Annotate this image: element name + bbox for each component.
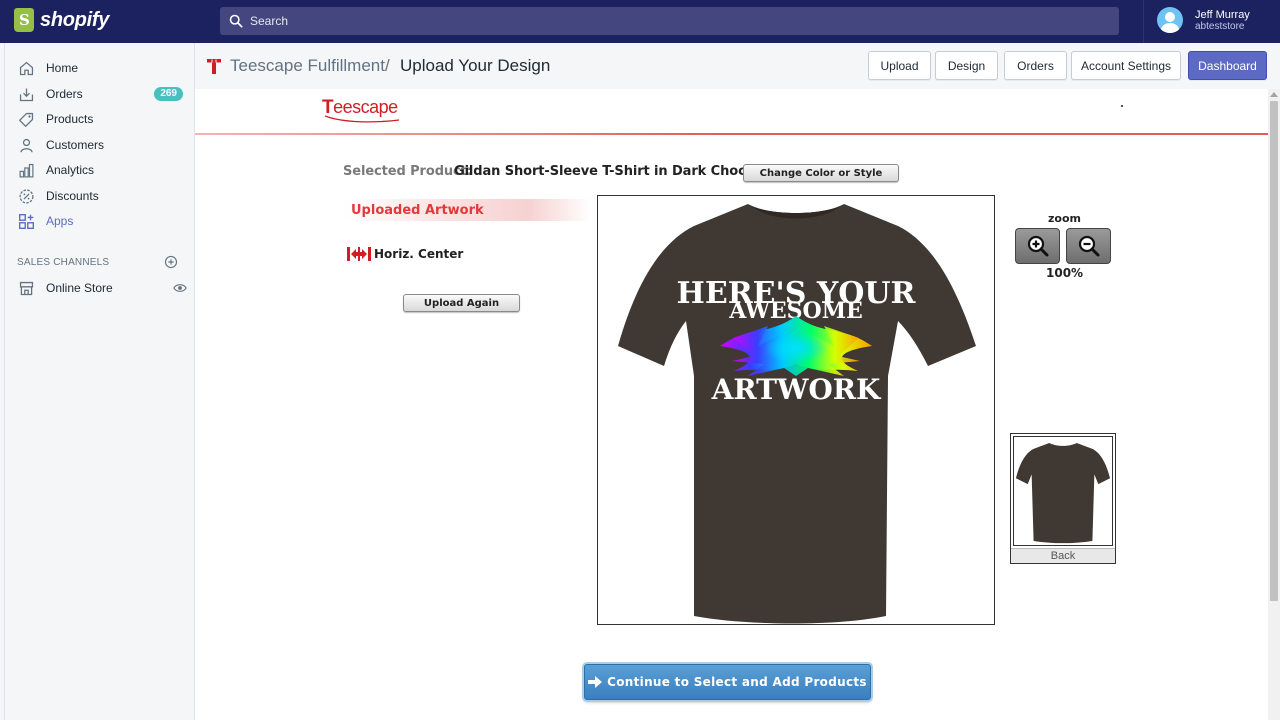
sidebar-item-online-store[interactable]: Online Store xyxy=(17,277,187,299)
bar-chart-icon xyxy=(17,161,35,179)
app-content-frame: Teescape Selected Product: Gildan Short-… xyxy=(195,89,1268,720)
uploaded-artwork-heading: Uploaded Artwork xyxy=(343,199,591,221)
change-color-style-button[interactable]: Change Color or Style xyxy=(743,164,899,182)
sidebar-item-label: Apps xyxy=(46,214,74,228)
sidebar-item-label: Orders xyxy=(46,87,83,101)
sidebar: Home Orders 269 Products Customers Analy… xyxy=(0,43,195,720)
teescape-app-icon xyxy=(207,59,221,74)
sidebar-item-label: Analytics xyxy=(46,163,95,177)
zoom-label: zoom xyxy=(1048,212,1081,225)
header-divider xyxy=(195,133,1268,135)
user-menu[interactable]: Jeff Murray abteststore xyxy=(1157,7,1250,33)
home-icon xyxy=(17,59,35,77)
sidebar-item-discounts[interactable]: Discounts xyxy=(17,185,187,207)
scroll-up-arrow-icon[interactable] xyxy=(1270,92,1278,97)
account-settings-button[interactable]: Account Settings xyxy=(1071,51,1181,80)
breadcrumb-app[interactable]: Teescape Fulfillment xyxy=(230,56,385,76)
zoom-out-icon xyxy=(1078,235,1099,257)
brand-name: shopify xyxy=(40,8,110,31)
search-icon xyxy=(229,14,243,28)
sidebar-item-apps[interactable]: Apps xyxy=(17,210,187,232)
design-button[interactable]: Design xyxy=(935,51,998,80)
orders-icon xyxy=(17,85,35,103)
breadcrumb-separator: / xyxy=(385,56,390,75)
sidebar-item-label: Products xyxy=(46,112,94,126)
sidebar-item-label: Home xyxy=(46,61,79,75)
upload-again-button[interactable]: Upload Again xyxy=(403,294,520,312)
scrollbar[interactable] xyxy=(1268,89,1280,720)
sidebar-item-analytics[interactable]: Analytics xyxy=(17,159,187,181)
page-title: Upload Your Design xyxy=(400,56,551,75)
sidebar-item-home[interactable]: Home xyxy=(17,57,187,79)
sidebar-item-customers[interactable]: Customers xyxy=(17,134,187,156)
app-header: Teescape Fulfillment / Upload Your Desig… xyxy=(195,43,1280,89)
dashboard-button[interactable]: Dashboard xyxy=(1188,51,1267,80)
apps-icon xyxy=(17,212,35,230)
upload-button[interactable]: Upload xyxy=(868,51,931,80)
logo-swoosh xyxy=(324,115,400,123)
scroll-thumb[interactable] xyxy=(1270,101,1278,601)
selected-product-label: Selected Product: xyxy=(343,164,472,179)
store-icon xyxy=(17,279,35,297)
horiz-center-label: Horiz. Center xyxy=(374,247,464,261)
tag-icon xyxy=(17,110,35,128)
back-view-thumbnail[interactable]: Back xyxy=(1010,433,1116,564)
zoom-in-icon xyxy=(1027,235,1048,257)
avatar xyxy=(1157,7,1183,33)
add-channel-icon[interactable] xyxy=(164,255,178,269)
sidebar-item-label: Customers xyxy=(46,138,105,152)
search-input[interactable] xyxy=(250,14,1050,28)
horizontal-center-icon xyxy=(347,247,371,261)
teescape-logo: Teescape xyxy=(322,96,407,126)
continue-button-label: Continue to Select and Add Products xyxy=(607,675,867,689)
discount-icon xyxy=(17,187,35,205)
sidebar-item-orders[interactable]: Orders 269 xyxy=(17,83,187,105)
sales-channels-heading: SALES CHANNELS xyxy=(17,257,110,268)
zoom-in-button[interactable] xyxy=(1015,228,1060,264)
dot xyxy=(1121,105,1123,107)
back-label: Back xyxy=(1011,548,1115,563)
sidebar-item-label: Discounts xyxy=(46,189,99,203)
divider xyxy=(1143,0,1144,43)
tshirt-back-image xyxy=(1015,442,1111,544)
person-icon xyxy=(17,136,35,154)
artwork-heading-label: Uploaded Artwork xyxy=(351,203,484,218)
zoom-value: 100% xyxy=(1046,266,1084,280)
zoom-out-button[interactable] xyxy=(1066,228,1111,264)
eye-icon[interactable] xyxy=(173,281,187,295)
top-bar: shopify Jeff Murray abteststore xyxy=(0,0,1280,43)
orders-count-badge: 269 xyxy=(154,87,183,101)
design-text-line3: ARTWORK xyxy=(711,373,882,406)
sidebar-item-products[interactable]: Products xyxy=(17,108,187,130)
continue-button[interactable]: Continue to Select and Add Products xyxy=(584,664,871,700)
horiz-center-control[interactable]: Horiz. Center xyxy=(347,246,463,262)
sidebar-item-label: Online Store xyxy=(46,281,113,295)
user-name: Jeff Murray xyxy=(1195,8,1250,21)
back-thumbnail-frame xyxy=(1013,436,1113,546)
shopify-bag-icon xyxy=(14,8,34,32)
shopify-logo[interactable]: shopify xyxy=(14,8,109,32)
arrow-right-icon xyxy=(588,676,603,688)
search-bar[interactable] xyxy=(220,7,1119,35)
store-name: abteststore xyxy=(1195,20,1245,32)
design-canvas[interactable]: HERE'S YOUR AWESOME ARTWORK xyxy=(597,195,995,625)
orders-button[interactable]: Orders xyxy=(1004,51,1067,80)
tshirt-front-image: HERE'S YOUR AWESOME ARTWORK xyxy=(618,204,976,624)
selected-product-value: Gildan Short-Sleeve T-Shirt in Dark Choc… xyxy=(454,164,783,179)
